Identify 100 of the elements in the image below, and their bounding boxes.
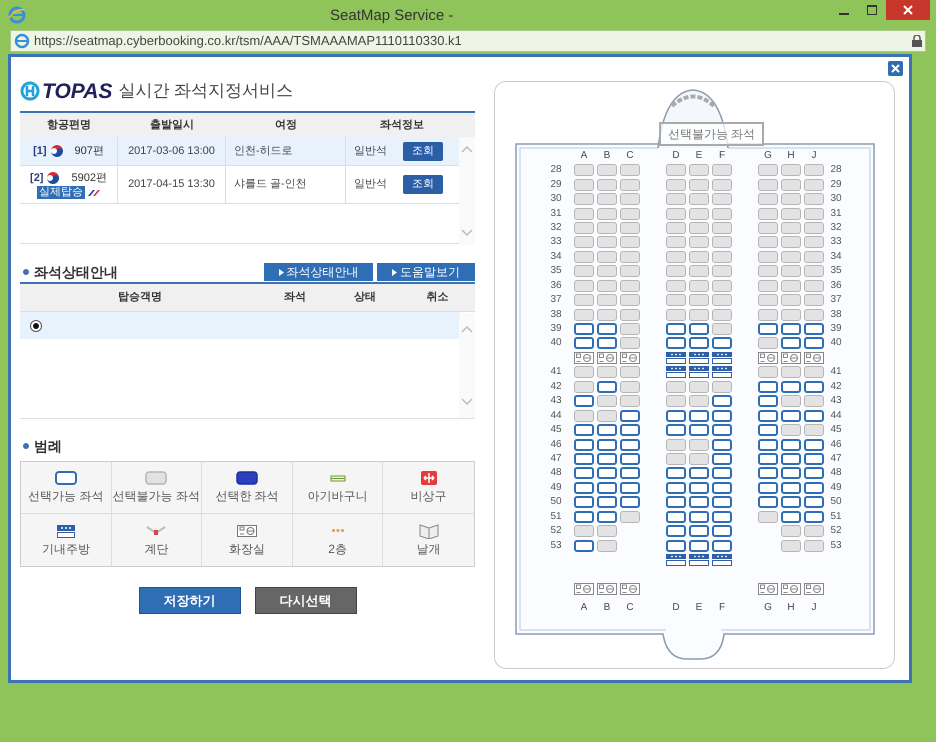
available-seat[interactable]: [666, 337, 686, 350]
available-seat[interactable]: [758, 438, 778, 451]
available-seat[interactable]: [597, 467, 617, 480]
flight-row[interactable]: [2] 5902편 실제탑승 2017-04-15 13:30 샤를드 골-인천 일반석 조회: [20, 166, 460, 204]
available-seat[interactable]: [804, 482, 824, 494]
available-seat[interactable]: [666, 510, 686, 523]
available-seat[interactable]: [574, 496, 594, 508]
available-seat[interactable]: [597, 337, 617, 350]
available-seat[interactable]: [597, 452, 617, 465]
available-seat[interactable]: [758, 467, 778, 480]
available-seat[interactable]: [781, 452, 801, 465]
available-seat[interactable]: [574, 438, 594, 451]
available-seat[interactable]: [620, 482, 640, 494]
available-seat[interactable]: [597, 496, 617, 508]
info-button[interactable]: 도움말보기: [377, 263, 475, 281]
available-seat[interactable]: [597, 510, 617, 523]
available-seat[interactable]: [712, 482, 732, 494]
available-seat[interactable]: [712, 395, 732, 408]
available-seat[interactable]: [597, 438, 617, 451]
available-seat[interactable]: [620, 410, 640, 422]
available-seat[interactable]: [804, 438, 824, 451]
available-seat[interactable]: [574, 482, 594, 494]
available-seat[interactable]: [597, 323, 617, 336]
available-seat[interactable]: [574, 540, 594, 552]
available-seat[interactable]: [781, 482, 801, 494]
flight-row[interactable]: [1] 907편 2017-03-06 13:00 인천-히드로 일반석 조회: [20, 137, 460, 166]
available-seat[interactable]: [804, 337, 824, 350]
available-seat[interactable]: [712, 510, 732, 523]
available-seat[interactable]: [804, 410, 824, 422]
available-seat[interactable]: [689, 410, 709, 422]
available-seat[interactable]: [804, 467, 824, 480]
available-seat[interactable]: [689, 525, 709, 538]
available-seat[interactable]: [758, 395, 778, 408]
available-seat[interactable]: [712, 410, 732, 422]
available-seat[interactable]: [804, 323, 824, 336]
available-seat[interactable]: [597, 482, 617, 494]
available-seat[interactable]: [597, 424, 617, 436]
available-seat[interactable]: [712, 467, 732, 480]
available-seat[interactable]: [620, 438, 640, 451]
available-seat[interactable]: [689, 496, 709, 508]
available-seat[interactable]: [689, 337, 709, 350]
available-seat[interactable]: [689, 467, 709, 480]
available-seat[interactable]: [758, 323, 778, 336]
available-seat[interactable]: [666, 540, 686, 552]
available-seat[interactable]: [781, 380, 801, 393]
available-seat[interactable]: [712, 438, 732, 451]
available-seat[interactable]: [689, 482, 709, 494]
available-seat[interactable]: [804, 380, 824, 393]
available-seat[interactable]: [574, 424, 594, 436]
available-seat[interactable]: [666, 424, 686, 436]
available-seat[interactable]: [781, 467, 801, 480]
available-seat[interactable]: [781, 510, 801, 523]
available-seat[interactable]: [758, 496, 778, 508]
available-seat[interactable]: [620, 452, 640, 465]
reset-button[interactable]: 다시선택: [254, 587, 356, 614]
available-seat[interactable]: [620, 496, 640, 508]
available-seat[interactable]: [781, 337, 801, 350]
save-button[interactable]: 저장하기: [138, 587, 240, 614]
available-seat[interactable]: [804, 496, 824, 508]
available-seat[interactable]: [666, 467, 686, 480]
available-seat[interactable]: [620, 424, 640, 436]
available-seat[interactable]: [689, 424, 709, 436]
available-seat[interactable]: [804, 452, 824, 465]
available-seat[interactable]: [620, 467, 640, 480]
available-seat[interactable]: [712, 337, 732, 350]
available-seat[interactable]: [758, 482, 778, 494]
available-seat[interactable]: [712, 424, 732, 436]
available-seat[interactable]: [574, 467, 594, 480]
available-seat[interactable]: [574, 510, 594, 523]
available-seat[interactable]: [597, 380, 617, 393]
available-seat[interactable]: [574, 452, 594, 465]
available-seat[interactable]: [666, 525, 686, 538]
info-button[interactable]: 좌석상태안내: [264, 263, 373, 281]
available-seat[interactable]: [574, 323, 594, 336]
available-seat[interactable]: [666, 496, 686, 508]
available-seat[interactable]: [758, 380, 778, 393]
available-seat[interactable]: [689, 540, 709, 552]
available-seat[interactable]: [781, 410, 801, 422]
available-seat[interactable]: [781, 323, 801, 336]
close-button[interactable]: [888, 61, 903, 76]
available-seat[interactable]: [574, 395, 594, 408]
available-seat[interactable]: [666, 410, 686, 422]
available-seat[interactable]: [804, 510, 824, 523]
available-seat[interactable]: [666, 323, 686, 336]
view-button[interactable]: 조회: [403, 175, 443, 194]
available-seat[interactable]: [712, 496, 732, 508]
close-window-button[interactable]: [886, 0, 930, 20]
available-seat[interactable]: [712, 540, 732, 552]
available-seat[interactable]: [712, 452, 732, 465]
radio-button[interactable]: [30, 320, 42, 332]
available-seat[interactable]: [781, 438, 801, 451]
available-seat[interactable]: [574, 337, 594, 350]
available-seat[interactable]: [758, 424, 778, 436]
available-seat[interactable]: [781, 496, 801, 508]
available-seat[interactable]: [666, 482, 686, 494]
available-seat[interactable]: [689, 323, 709, 336]
available-seat[interactable]: [712, 525, 732, 538]
available-seat[interactable]: [758, 410, 778, 422]
available-seat[interactable]: [758, 452, 778, 465]
view-button[interactable]: 조회: [403, 142, 443, 160]
